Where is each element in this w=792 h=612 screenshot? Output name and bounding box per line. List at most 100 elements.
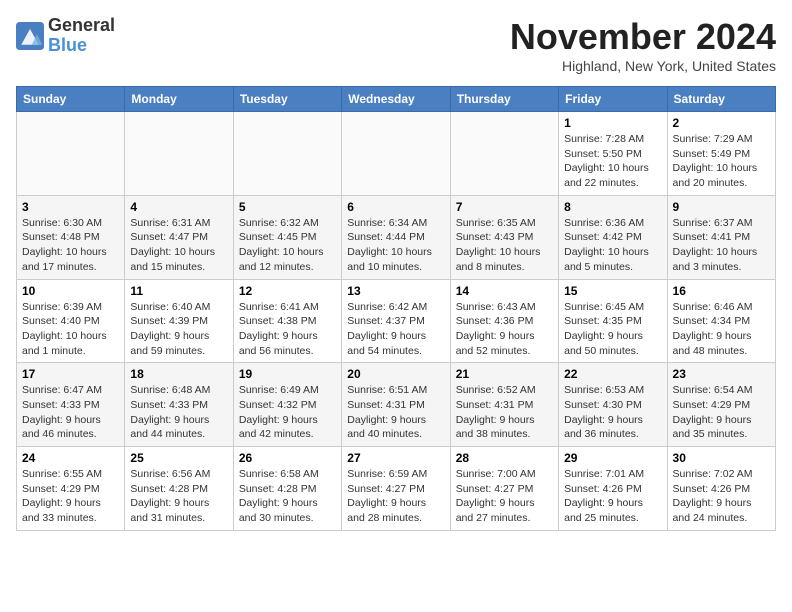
day-number: 17: [22, 367, 119, 381]
calendar-day-cell: [233, 112, 341, 196]
calendar-day-cell: 27 Sunrise: 6:59 AM Sunset: 4:27 PM Dayli…: [342, 447, 450, 531]
calendar-week-row: 24Sunrise: 6:55 AM Sunset: 4:29 PM Dayli…: [17, 447, 776, 531]
calendar-day-cell: 25 Sunrise: 6:56 AM Sunset: 4:28 PM Dayli…: [125, 447, 233, 531]
day-number: 14: [456, 284, 553, 298]
header: General Blue November 2024 Highland, New…: [16, 16, 776, 74]
calendar-day-cell: [17, 112, 125, 196]
calendar-week-row: 17Sunrise: 6:47 AM Sunset: 4:33 PM Dayli…: [17, 363, 776, 447]
day-number: 13: [347, 284, 444, 298]
day-number: 9: [673, 200, 770, 214]
location: Highland, New York, United States: [510, 58, 776, 74]
logo: General Blue: [16, 16, 115, 56]
day-info: Sunrise: 6:36 AM Sunset: 4:42 PM Dayligh…: [564, 216, 661, 275]
day-info: Sunrise: 6:42 AM Sunset: 4:37 PM Dayligh…: [347, 300, 444, 359]
calendar-day-cell: 10 Sunrise: 6:39 AM Sunset: 4:40 PM Dayli…: [17, 279, 125, 363]
day-number: 30: [673, 451, 770, 465]
day-number: 27: [347, 451, 444, 465]
calendar-day-cell: 26Sunrise: 6:58 AM Sunset: 4:28 PM Dayli…: [233, 447, 341, 531]
calendar-day-cell: 19 Sunrise: 6:49 AM Sunset: 4:32 PM Dayli…: [233, 363, 341, 447]
calendar-day-cell: 3Sunrise: 6:30 AM Sunset: 4:48 PM Daylig…: [17, 195, 125, 279]
day-number: 18: [130, 367, 227, 381]
day-info: Sunrise: 7:28 AM Sunset: 5:50 PM Dayligh…: [564, 132, 661, 191]
header-row: SundayMondayTuesdayWednesdayThursdayFrid…: [17, 87, 776, 112]
day-info: Sunrise: 7:29 AM Sunset: 5:49 PM Dayligh…: [673, 132, 770, 191]
day-info: Sunrise: 7:00 AM Sunset: 4:27 PM Dayligh…: [456, 467, 553, 526]
calendar-day-cell: 20 Sunrise: 6:51 AM Sunset: 4:31 PM Dayli…: [342, 363, 450, 447]
day-number: 23: [673, 367, 770, 381]
calendar-week-row: 3Sunrise: 6:30 AM Sunset: 4:48 PM Daylig…: [17, 195, 776, 279]
day-number: 10: [22, 284, 119, 298]
day-info: Sunrise: 6:41 AM Sunset: 4:38 PM Dayligh…: [239, 300, 336, 359]
day-number: 21: [456, 367, 553, 381]
day-number: 25: [130, 451, 227, 465]
day-info: Sunrise: 6:58 AM Sunset: 4:28 PM Dayligh…: [239, 467, 336, 526]
day-number: 16: [673, 284, 770, 298]
calendar-day-cell: 23 Sunrise: 6:54 AM Sunset: 4:29 PM Dayli…: [667, 363, 775, 447]
day-info: Sunrise: 6:35 AM Sunset: 4:43 PM Dayligh…: [456, 216, 553, 275]
calendar-day-cell: 16 Sunrise: 6:46 AM Sunset: 4:34 PM Dayli…: [667, 279, 775, 363]
day-info: Sunrise: 6:32 AM Sunset: 4:45 PM Dayligh…: [239, 216, 336, 275]
calendar-day-cell: 14 Sunrise: 6:43 AM Sunset: 4:36 PM Dayli…: [450, 279, 558, 363]
calendar-day-cell: 5Sunrise: 6:32 AM Sunset: 4:45 PM Daylig…: [233, 195, 341, 279]
calendar-day-cell: 21 Sunrise: 6:52 AM Sunset: 4:31 PM Dayli…: [450, 363, 558, 447]
logo-text: General Blue: [48, 16, 115, 56]
day-number: 24: [22, 451, 119, 465]
calendar-day-cell: 2Sunrise: 7:29 AM Sunset: 5:49 PM Daylig…: [667, 112, 775, 196]
day-info: Sunrise: 6:40 AM Sunset: 4:39 PM Dayligh…: [130, 300, 227, 359]
calendar-day-cell: 8 Sunrise: 6:36 AM Sunset: 4:42 PM Daylig…: [559, 195, 667, 279]
month-title: November 2024: [510, 16, 776, 58]
weekday-header: Monday: [125, 87, 233, 112]
day-info: Sunrise: 6:49 AM Sunset: 4:32 PM Dayligh…: [239, 383, 336, 442]
day-number: 6: [347, 200, 444, 214]
day-number: 11: [130, 284, 227, 298]
day-info: Sunrise: 6:31 AM Sunset: 4:47 PM Dayligh…: [130, 216, 227, 275]
day-number: 4: [130, 200, 227, 214]
calendar-day-cell: 30 Sunrise: 7:02 AM Sunset: 4:26 PM Dayli…: [667, 447, 775, 531]
day-number: 19: [239, 367, 336, 381]
logo-line2: Blue: [48, 36, 115, 56]
day-info: Sunrise: 7:01 AM Sunset: 4:26 PM Dayligh…: [564, 467, 661, 526]
calendar-day-cell: [450, 112, 558, 196]
calendar-day-cell: 11 Sunrise: 6:40 AM Sunset: 4:39 PM Dayli…: [125, 279, 233, 363]
day-info: Sunrise: 6:39 AM Sunset: 4:40 PM Dayligh…: [22, 300, 119, 359]
day-info: Sunrise: 6:46 AM Sunset: 4:34 PM Dayligh…: [673, 300, 770, 359]
day-number: 1: [564, 116, 661, 130]
day-info: Sunrise: 6:56 AM Sunset: 4:28 PM Dayligh…: [130, 467, 227, 526]
day-number: 3: [22, 200, 119, 214]
day-info: Sunrise: 6:43 AM Sunset: 4:36 PM Dayligh…: [456, 300, 553, 359]
day-info: Sunrise: 6:34 AM Sunset: 4:44 PM Dayligh…: [347, 216, 444, 275]
logo-icon: [16, 22, 44, 50]
day-info: Sunrise: 6:59 AM Sunset: 4:27 PM Dayligh…: [347, 467, 444, 526]
calendar-day-cell: 1 Sunrise: 7:28 AM Sunset: 5:50 PM Daylig…: [559, 112, 667, 196]
day-number: 22: [564, 367, 661, 381]
day-info: Sunrise: 7:02 AM Sunset: 4:26 PM Dayligh…: [673, 467, 770, 526]
calendar-day-cell: 22 Sunrise: 6:53 AM Sunset: 4:30 PM Dayli…: [559, 363, 667, 447]
calendar-day-cell: 15Sunrise: 6:45 AM Sunset: 4:35 PM Dayli…: [559, 279, 667, 363]
day-info: Sunrise: 6:54 AM Sunset: 4:29 PM Dayligh…: [673, 383, 770, 442]
day-number: 28: [456, 451, 553, 465]
day-info: Sunrise: 6:51 AM Sunset: 4:31 PM Dayligh…: [347, 383, 444, 442]
day-info: Sunrise: 6:52 AM Sunset: 4:31 PM Dayligh…: [456, 383, 553, 442]
day-number: 12: [239, 284, 336, 298]
calendar-day-cell: 17Sunrise: 6:47 AM Sunset: 4:33 PM Dayli…: [17, 363, 125, 447]
weekday-header: Sunday: [17, 87, 125, 112]
calendar-week-row: 1 Sunrise: 7:28 AM Sunset: 5:50 PM Daylig…: [17, 112, 776, 196]
day-info: Sunrise: 6:37 AM Sunset: 4:41 PM Dayligh…: [673, 216, 770, 275]
weekday-header: Saturday: [667, 87, 775, 112]
weekday-header: Thursday: [450, 87, 558, 112]
day-number: 8: [564, 200, 661, 214]
day-number: 29: [564, 451, 661, 465]
calendar-day-cell: 7 Sunrise: 6:35 AM Sunset: 4:43 PM Daylig…: [450, 195, 558, 279]
day-info: Sunrise: 6:53 AM Sunset: 4:30 PM Dayligh…: [564, 383, 661, 442]
calendar-day-cell: 13 Sunrise: 6:42 AM Sunset: 4:37 PM Dayli…: [342, 279, 450, 363]
calendar-day-cell: 4 Sunrise: 6:31 AM Sunset: 4:47 PM Daylig…: [125, 195, 233, 279]
calendar-day-cell: 9 Sunrise: 6:37 AM Sunset: 4:41 PM Daylig…: [667, 195, 775, 279]
calendar-day-cell: 18Sunrise: 6:48 AM Sunset: 4:33 PM Dayli…: [125, 363, 233, 447]
calendar-day-cell: 24Sunrise: 6:55 AM Sunset: 4:29 PM Dayli…: [17, 447, 125, 531]
day-number: 7: [456, 200, 553, 214]
calendar-day-cell: 6 Sunrise: 6:34 AM Sunset: 4:44 PM Daylig…: [342, 195, 450, 279]
weekday-header: Friday: [559, 87, 667, 112]
calendar-week-row: 10 Sunrise: 6:39 AM Sunset: 4:40 PM Dayli…: [17, 279, 776, 363]
calendar-day-cell: 12 Sunrise: 6:41 AM Sunset: 4:38 PM Dayli…: [233, 279, 341, 363]
day-number: 20: [347, 367, 444, 381]
